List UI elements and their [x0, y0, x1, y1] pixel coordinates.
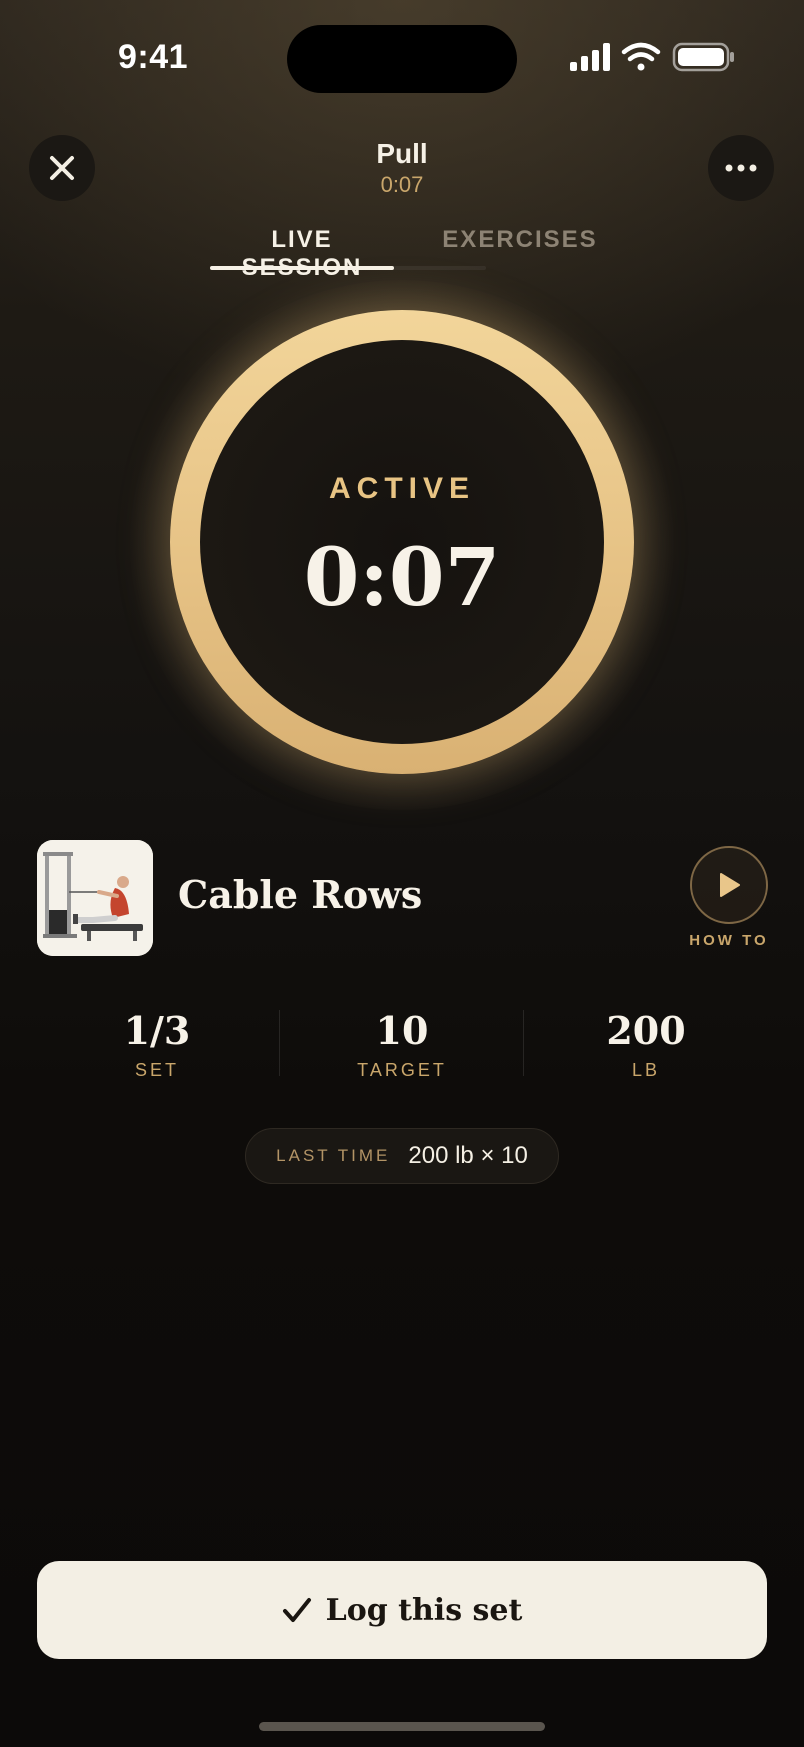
- status-time: 9:41: [118, 38, 189, 76]
- close-button[interactable]: [29, 135, 95, 201]
- timer-face: ACTIVE 0:07: [200, 340, 604, 744]
- close-icon: [50, 156, 74, 180]
- more-options-button[interactable]: [708, 135, 774, 201]
- last-time-badge: LAST TIME 200 lb × 10: [245, 1128, 559, 1184]
- exercise-name: Cable Rows: [178, 872, 423, 917]
- how-to-label[interactable]: HOW TO: [668, 932, 790, 949]
- play-icon: [720, 873, 740, 897]
- live-session-screen: 9:41 Pull 0:07 LIVE SESSION EXERCISES AC…: [0, 0, 804, 1747]
- exercise-thumbnail[interactable]: [37, 840, 153, 956]
- timer-status: ACTIVE: [328, 472, 475, 505]
- stat-target-value: 10: [375, 1008, 429, 1053]
- more-icon: [725, 164, 757, 172]
- wifi-icon: [621, 42, 661, 71]
- active-tab-indicator: [210, 266, 394, 270]
- timer-value: 0:07: [303, 530, 501, 624]
- status-icons: [568, 42, 736, 72]
- dynamic-island: [287, 25, 517, 93]
- cable-row-illustration: [37, 840, 153, 956]
- stat-set-label: SET: [134, 1060, 179, 1080]
- timer-ring: ACTIVE 0:07: [170, 310, 634, 774]
- checkmark-icon: [282, 1598, 311, 1622]
- how-to-button[interactable]: [690, 846, 768, 924]
- stat-weight-value: 200: [606, 1008, 686, 1053]
- stat-set-value: 1/3: [123, 1008, 191, 1053]
- workout-elapsed: 0:07: [380, 172, 424, 197]
- log-set-button[interactable]: Log this set: [37, 1561, 767, 1659]
- battery-icon: [672, 42, 734, 72]
- tab-exercises[interactable]: EXERCISES: [440, 226, 600, 254]
- tab-live-session[interactable]: LIVE SESSION: [210, 226, 394, 282]
- stat-divider: [279, 1010, 280, 1076]
- stat-weight-label: LB: [631, 1060, 661, 1080]
- log-set-label: Log this set: [325, 1592, 523, 1628]
- workout-title: Pull: [376, 138, 428, 169]
- stat-divider: [523, 1010, 524, 1076]
- signal-icon: [570, 43, 610, 71]
- last-time-value: 200 lb × 10: [408, 1142, 528, 1169]
- last-time-label: LAST TIME: [276, 1146, 391, 1165]
- stat-target-label: TARGET: [357, 1060, 447, 1080]
- home-indicator[interactable]: [259, 1722, 545, 1731]
